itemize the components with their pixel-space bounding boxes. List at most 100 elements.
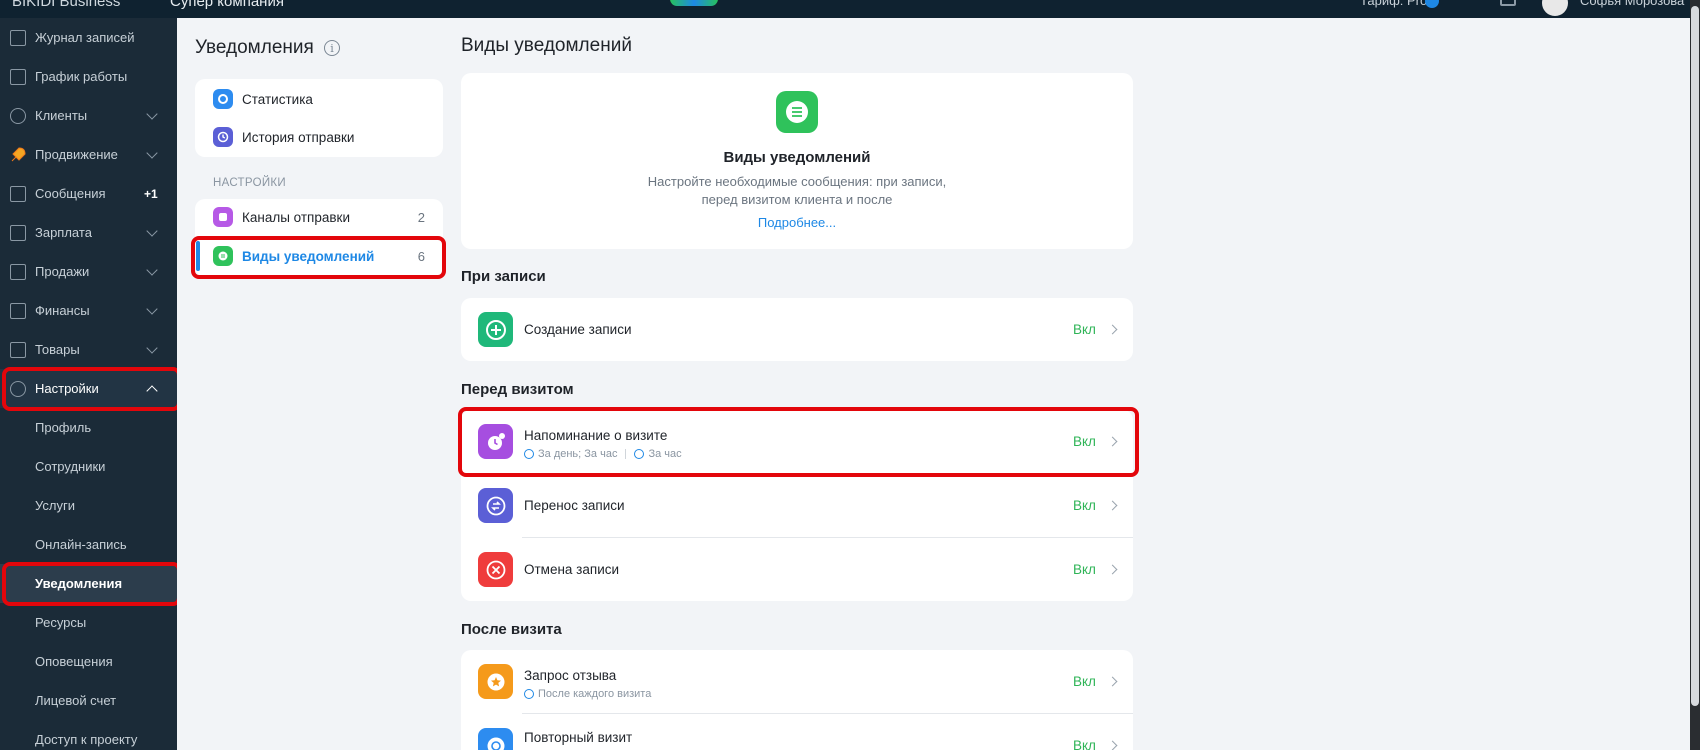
learn-more-link[interactable]: Подробнее...: [461, 215, 1133, 230]
finance-icon: [9, 302, 27, 320]
panel-title: Уведомления: [195, 37, 314, 58]
info-icon[interactable]: i: [324, 40, 340, 56]
sidebar-subitem-label: Онлайн-запись: [35, 537, 127, 552]
sidebar-subitem-label: Оповещения: [35, 654, 113, 669]
tariff-label[interactable]: Тариф: Pro: [1360, 0, 1427, 8]
sidebar-item-label: Клиенты: [35, 108, 88, 123]
cancel-icon: [478, 552, 513, 587]
row-title: Отмена записи: [524, 562, 620, 577]
brand-logo[interactable]: BIKIDI Business: [12, 0, 120, 10]
highlight-frame: [191, 236, 446, 279]
status-label: Вкл: [1073, 674, 1096, 689]
chevron-down-icon: [146, 146, 158, 159]
sidebar-subitem-account[interactable]: Лицевой счет: [0, 681, 177, 720]
status-label: Вкл: [1073, 738, 1096, 750]
sidebar-subitem-label: Доступ к проекту: [35, 732, 138, 747]
clock-icon: [524, 689, 534, 699]
notification-row-review-request[interactable]: Запрос отзыва После каждого визита Вкл: [461, 650, 1133, 713]
menu-item-label: Каналы отправки: [242, 209, 351, 225]
notification-row-cancel[interactable]: Отмена записи Вкл: [461, 538, 1133, 601]
sidebar-subitem-label: Профиль: [35, 420, 92, 435]
calendar-icon: [9, 68, 27, 86]
section-title: После визита: [461, 621, 562, 638]
sidebar-item-label: Продажи: [35, 264, 90, 279]
highlight-frame: [2, 367, 181, 411]
menu-item-send-history[interactable]: История отправки: [213, 126, 425, 148]
menu-item-channels[interactable]: Каналы отправки 2: [213, 206, 425, 228]
chevron-right-icon: [1107, 500, 1118, 511]
star-icon: [478, 664, 513, 699]
sidebar-item-promotion[interactable]: Продвижение: [0, 135, 177, 174]
section-title: Перед визитом: [461, 381, 574, 398]
chevron-right-icon: [1107, 564, 1118, 575]
sidebar-subitem-label: Услуги: [35, 498, 75, 513]
sidebar-item-journal[interactable]: Журнал записей: [0, 18, 177, 57]
highlight-frame: [458, 407, 1139, 477]
user-name[interactable]: Софья Морозова: [1580, 0, 1684, 8]
history-icon: [213, 127, 233, 147]
sales-icon: [9, 263, 27, 281]
sidebar-item-clients[interactable]: Клиенты: [0, 96, 177, 135]
notification-row-reschedule[interactable]: Перенос записи Вкл: [461, 474, 1133, 537]
sidebar-item-label: Товары: [35, 342, 80, 357]
sidebar-item-messages[interactable]: Сообщения +1: [0, 174, 177, 213]
hero-description-line: перед визитом клиента и после: [701, 192, 893, 207]
app-logo-icon: [670, 0, 718, 6]
sidebar-item-label: Журнал записей: [35, 30, 135, 45]
menu-item-statistics[interactable]: Статистика: [213, 88, 425, 110]
hero-title: Виды уведомлений: [723, 149, 871, 166]
sidebar-item-goods[interactable]: Товары: [0, 330, 177, 369]
settings-caption: НАСТРОЙКИ: [213, 177, 286, 189]
row-title: Создание записи: [524, 322, 632, 337]
sidebar-subitem-alerts[interactable]: Оповещения: [0, 642, 177, 681]
avatar[interactable]: [1542, 0, 1568, 16]
scrollbar-thumb[interactable]: [1691, 6, 1699, 706]
menu-item-label: Статистика: [242, 91, 313, 107]
menu-item-label: История отправки: [242, 129, 355, 145]
chevron-right-icon: [1107, 324, 1118, 335]
row-title: Запрос отзыва: [524, 668, 617, 683]
sidebar-subitem-label: Сотрудники: [35, 459, 106, 474]
channels-icon: [213, 207, 233, 227]
rocket-icon: [9, 146, 27, 164]
sidebar-item-label: Финансы: [35, 303, 90, 318]
hero-description: Настройте необходимые сообщения: при зап…: [461, 173, 1133, 209]
top-bar: BIKIDI Business Супер компания Тариф: Pr…: [0, 0, 1690, 18]
row-title: Повторный визит: [524, 730, 633, 745]
sidebar-subitem-project-access[interactable]: Доступ к проекту: [0, 720, 177, 750]
sidebar-subitem-services[interactable]: Услуги: [0, 486, 177, 525]
menu-item-count: 2: [417, 209, 425, 225]
sidebar-subitem-staff[interactable]: Сотрудники: [0, 447, 177, 486]
chevron-down-icon: [146, 263, 158, 276]
chevron-down-icon: [146, 107, 158, 120]
status-label: Вкл: [1073, 322, 1096, 337]
sidebar-item-label: График работы: [35, 69, 128, 84]
clients-icon: [9, 107, 27, 125]
status-dot-icon[interactable]: [1425, 0, 1439, 8]
section-title: При записи: [461, 268, 546, 285]
sidebar-subitem-online-booking[interactable]: Онлайн-запись: [0, 525, 177, 564]
sidebar-subitem-profile[interactable]: Профиль: [0, 408, 177, 447]
chevron-right-icon: [1107, 740, 1118, 750]
page-title: Виды уведомлений: [461, 35, 632, 56]
sidebar-item-salary[interactable]: Зарплата: [0, 213, 177, 252]
sidebar-subitem-resources[interactable]: Ресурсы: [0, 603, 177, 642]
chevron-down-icon: [146, 341, 158, 354]
notification-row-repeat-visit[interactable]: Повторный визит Вкл: [461, 714, 1133, 750]
notification-row-create[interactable]: Создание записи Вкл: [461, 298, 1133, 361]
salary-icon: [9, 224, 27, 242]
sidebar-item-finance[interactable]: Финансы: [0, 291, 177, 330]
repeat-icon: [478, 728, 513, 750]
row-subtitle-text: После каждого визита: [538, 688, 652, 700]
sidebar-item-label: Сообщения: [35, 186, 106, 201]
hero-description-line: Настройте необходимые сообщения: при зап…: [647, 174, 947, 189]
status-label: Вкл: [1073, 562, 1096, 577]
bell-icon[interactable]: [1500, 0, 1516, 6]
chevron-down-icon: [146, 224, 158, 237]
sidebar-item-sales[interactable]: Продажи: [0, 252, 177, 291]
row-subtitle: После каждого визита: [524, 688, 651, 700]
row-title: Перенос записи: [524, 498, 625, 513]
sidebar-item-schedule[interactable]: График работы: [0, 57, 177, 96]
sidebar-item-label: Продвижение: [35, 147, 118, 162]
company-switcher[interactable]: Супер компания: [170, 0, 284, 10]
